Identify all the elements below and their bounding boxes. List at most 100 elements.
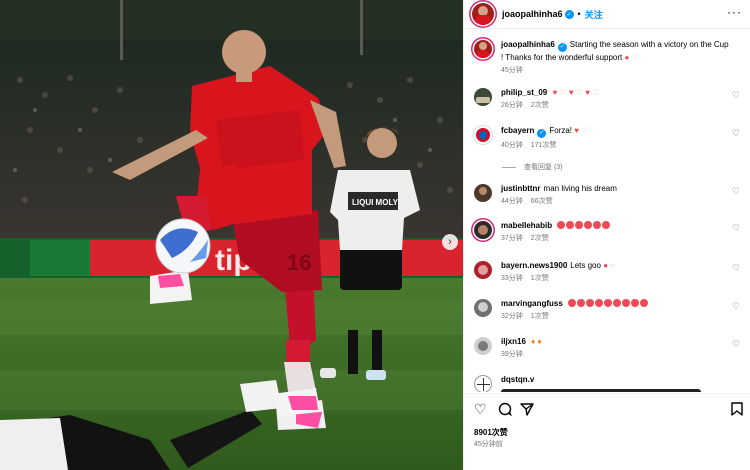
caption-avatar[interactable] — [474, 40, 492, 58]
comment-time: 33分钟 — [501, 275, 523, 282]
comment-row: bayern.news1900 Lets goo ● ○ 33分钟 1次赞 ♡ — [474, 260, 744, 284]
like-comment-heart-icon[interactable]: ♡ — [732, 186, 740, 197]
follow-button[interactable]: 关注 — [585, 8, 603, 21]
heart-eyes-emoji — [575, 221, 584, 229]
comment-likes[interactable]: 171次赞 — [531, 142, 557, 149]
opponent-sponsor: LIQUI MOLY — [352, 198, 399, 207]
comments-list[interactable]: joaopalhinha6 ✓ Starting the season with a… — [464, 30, 750, 392]
comment-avatar[interactable] — [474, 221, 492, 239]
white-heart-emoji: ♡ — [559, 88, 567, 97]
heart-eyes-emoji — [622, 299, 631, 307]
comment-icon[interactable] — [498, 402, 512, 418]
comment-username[interactable]: bayern.news1900 — [501, 261, 567, 270]
like-comment-heart-icon[interactable]: ♡ — [732, 128, 740, 139]
comment-time: 32分钟 — [501, 313, 523, 320]
comment-likes[interactable]: 66次赞 — [531, 198, 553, 205]
comment-avatar[interactable] — [474, 375, 492, 392]
action-bar: ♡ 8901次赞 45分钟前 — [464, 393, 750, 470]
comment-username[interactable]: fcbayern — [501, 126, 534, 135]
comment-username[interactable]: mabellehabib — [501, 221, 552, 230]
heart-eyes-emoji — [631, 299, 640, 307]
heart-eyes-emoji — [566, 221, 575, 229]
comment-image-preview — [501, 389, 701, 392]
heart-eyes-emoji — [604, 299, 613, 307]
heart-emoji: ♥ — [552, 88, 558, 97]
post-timestamp: 45分钟前 — [474, 441, 503, 448]
heart-eyes-emoji — [584, 221, 593, 229]
comment-likes[interactable]: 1次赞 — [531, 313, 549, 320]
heart-eyes-emoji — [640, 299, 649, 307]
divider — [502, 166, 516, 168]
view-replies-button[interactable]: 查看回复 (3) — [502, 162, 563, 172]
instagram-post: tipico LIQUI MOLY — [0, 0, 750, 470]
post-photo[interactable]: tipico LIQUI MOLY — [0, 0, 463, 470]
comment-username[interactable]: justinbttnr — [501, 184, 541, 193]
heart-emoji: ♥ — [568, 88, 574, 97]
like-comment-heart-icon[interactable]: ♡ — [732, 339, 740, 350]
header-separator: • — [577, 9, 581, 19]
heart-emoji: ● — [603, 261, 609, 270]
comment-avatar[interactable] — [474, 337, 492, 355]
heart-eyes-emoji — [593, 221, 602, 229]
comment-row: fcbayern ✓ Forza! ♥ ♡ 40分钟 171次赞 ♡ — [474, 125, 744, 151]
comment-row: dqstqn.v — [474, 374, 744, 392]
comment-likes[interactable]: 2次赞 — [531, 235, 549, 242]
jersey-number: 16 — [287, 250, 311, 275]
comment-time: 26分钟 — [501, 102, 523, 109]
comment-row: iljxn16 ♦ ♦ 39分钟 ♡ — [474, 336, 744, 360]
comment-avatar[interactable] — [474, 184, 492, 202]
heart-emoji: ● — [624, 53, 630, 62]
comment-time: 40分钟 — [501, 142, 523, 149]
heart-eyes-emoji — [557, 221, 566, 229]
comment-avatar[interactable] — [474, 126, 492, 144]
caption-time: 45分钟 — [501, 67, 523, 74]
comment-text: man living his dream — [543, 184, 617, 193]
like-comment-heart-icon[interactable]: ♡ — [732, 223, 740, 234]
verified-icon: ✓ — [537, 129, 547, 138]
like-comment-heart-icon[interactable]: ♡ — [732, 301, 740, 312]
comment-row: mabellehabib 37分钟 2次赞 ♡ — [474, 220, 744, 244]
more-icon[interactable]: ··· — [727, 6, 742, 18]
comment-row: marvingangfuss 32分钟 1次赞 ♡ — [474, 298, 744, 322]
likes-count[interactable]: 8901次赞 — [474, 427, 508, 438]
comment-row: philip_st_09 ♥ ♡ ♥ ♡ ♥ ♡ 26分钟 2次赞 ♡ — [474, 87, 744, 111]
comment-row: justinbttnr man living his dream 44分钟 66次赞… — [474, 183, 744, 207]
side-panel: joaopalhinha6 ✓ • 关注 ··· joaopalhinha6 ✓ S… — [463, 0, 750, 470]
share-icon[interactable] — [520, 402, 534, 418]
heart-eyes-emoji — [613, 299, 622, 307]
heart-eyes-emoji — [602, 221, 611, 229]
caption-username[interactable]: joaopalhinha6 — [501, 40, 555, 49]
comment-likes[interactable]: 1次赞 — [531, 275, 549, 282]
like-comment-heart-icon[interactable]: ♡ — [732, 263, 740, 274]
save-icon[interactable] — [731, 402, 743, 418]
heart-eyes-emoji — [568, 299, 577, 307]
comment-text: Lets goo — [570, 261, 601, 270]
author-username[interactable]: joaopalhinha6 — [502, 9, 563, 19]
heart-emoji: ♥ — [585, 88, 591, 97]
next-image-button[interactable]: › — [442, 234, 458, 250]
author-avatar[interactable] — [472, 3, 494, 25]
comment-username[interactable]: iljxn16 — [501, 337, 526, 346]
next-icon: › — [448, 235, 452, 248]
verified-icon: ✓ — [564, 9, 574, 19]
comment-likes[interactable]: 2次赞 — [531, 102, 549, 109]
like-comment-heart-icon[interactable]: ♡ — [732, 90, 740, 101]
white-heart-emoji: ♡ — [575, 88, 584, 97]
comment-text: Forza! — [549, 126, 573, 135]
caption: joaopalhinha6 ✓ Starting the season with a… — [474, 39, 744, 76]
comment-username[interactable]: philip_st_09 — [501, 88, 547, 97]
verified-icon: ✓ — [557, 43, 567, 52]
comment-username[interactable]: marvingangfuss — [501, 299, 563, 308]
like-icon[interactable]: ♡ — [474, 402, 487, 416]
heart-eyes-emoji — [586, 299, 595, 307]
comment-avatar[interactable] — [474, 88, 492, 106]
comment-avatar[interactable] — [474, 261, 492, 279]
comment-avatar[interactable] — [474, 299, 492, 317]
post-header: joaopalhinha6 ✓ • 关注 ··· — [464, 0, 750, 29]
comment-time: 44分钟 — [501, 198, 523, 205]
comment-time: 39分钟 — [501, 351, 523, 358]
comment-username[interactable]: dqstqn.v — [501, 375, 534, 384]
football — [155, 218, 211, 274]
fire-emoji: ♦ — [531, 337, 536, 346]
heart-eyes-emoji — [577, 299, 586, 307]
